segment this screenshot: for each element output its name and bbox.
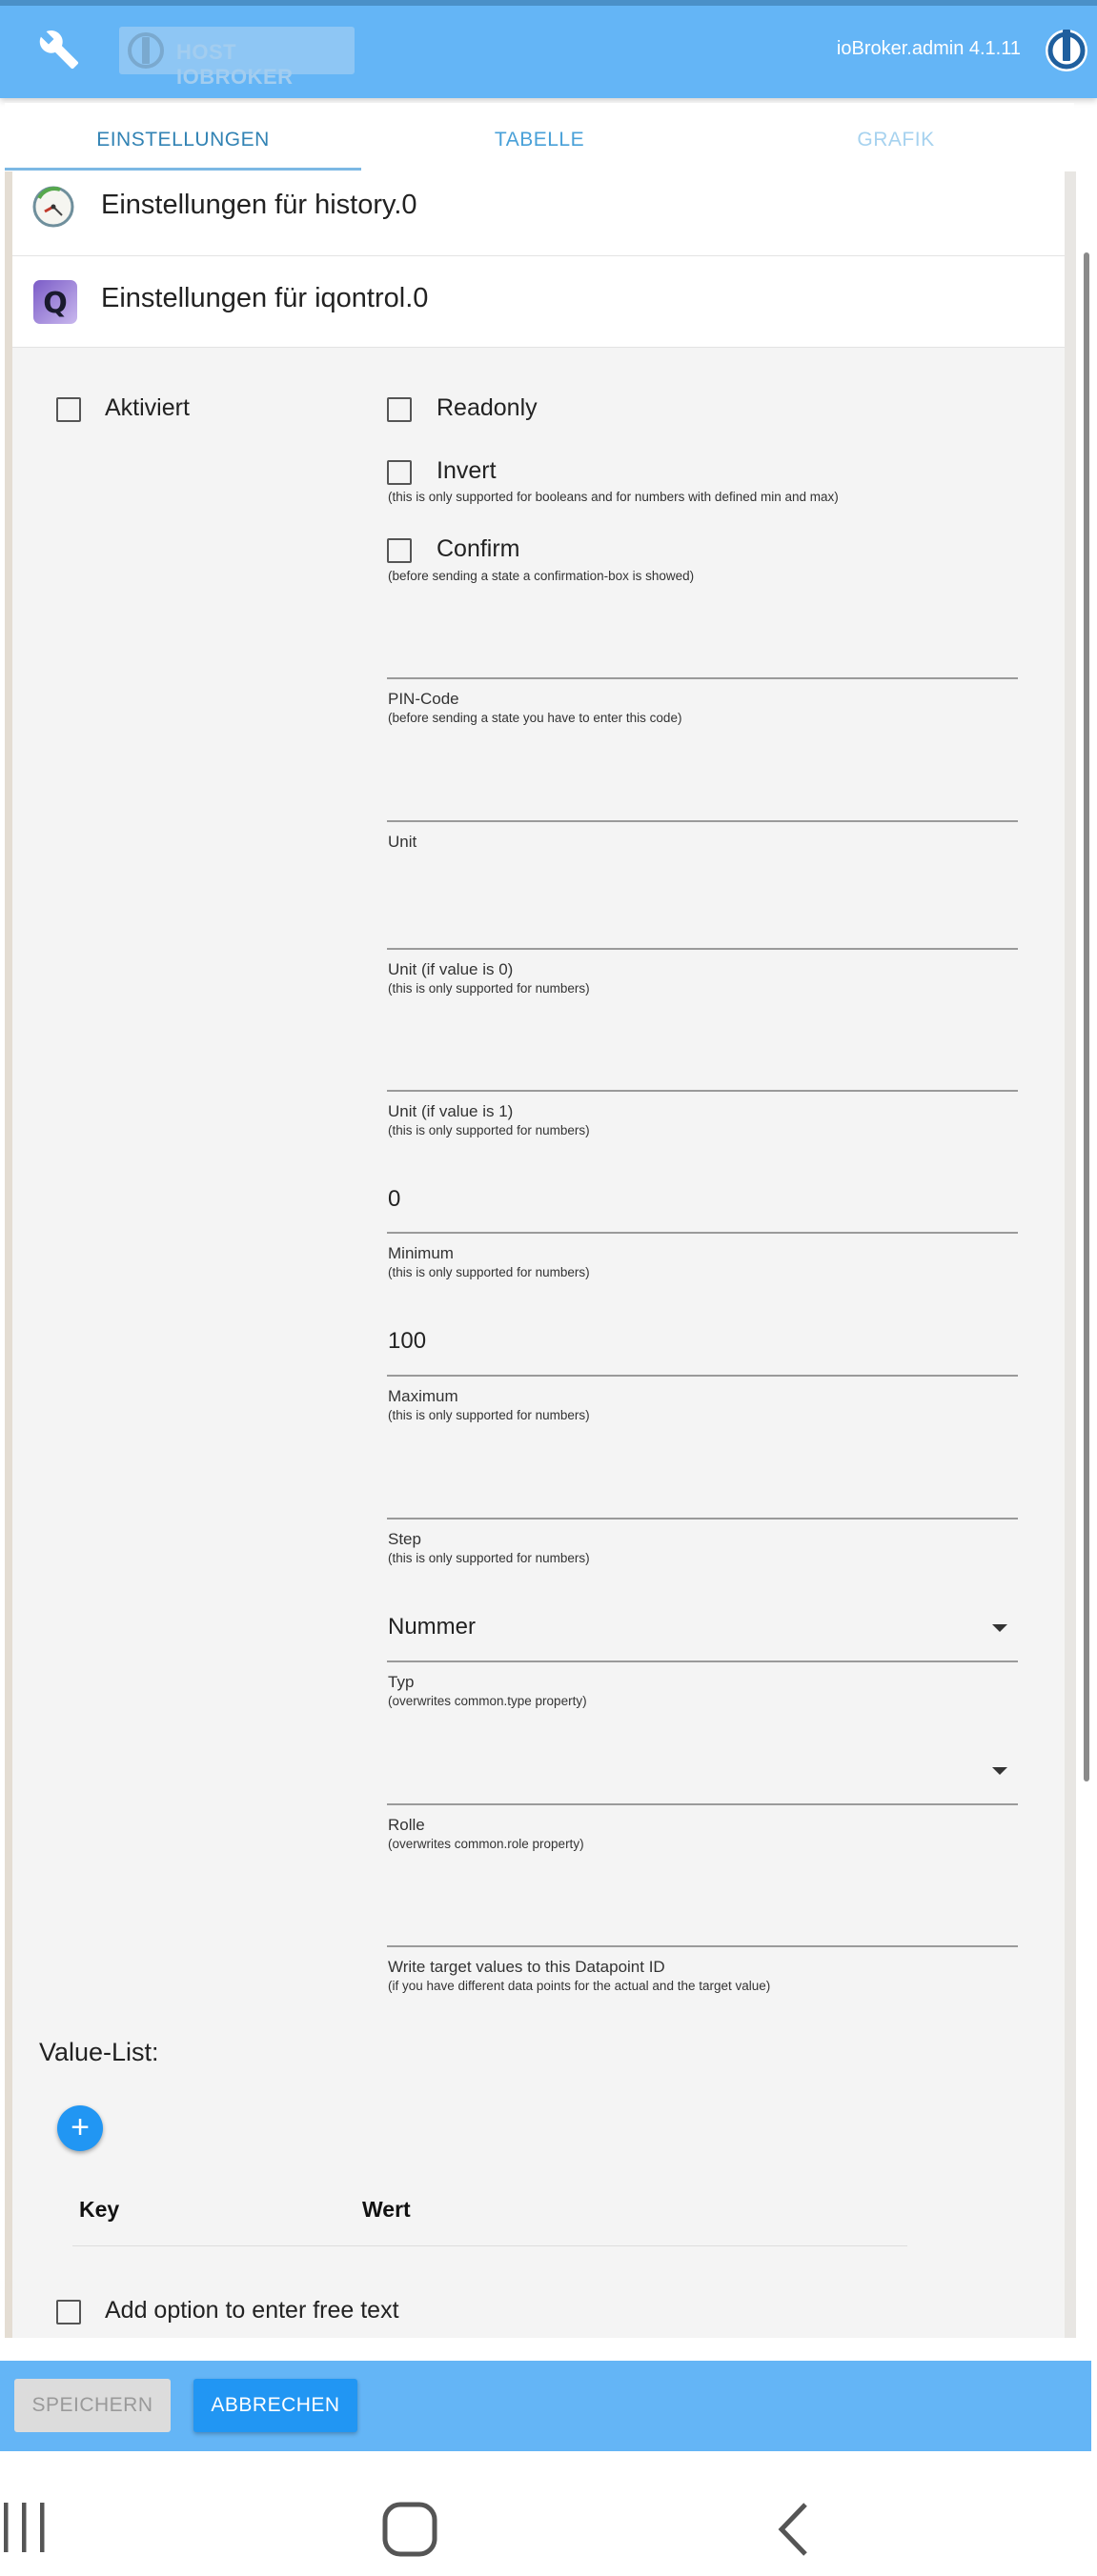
unit-zero-input[interactable]: [387, 948, 1018, 950]
scrollbar-thumb[interactable]: [1084, 252, 1089, 1781]
unit-one-help: (this is only supported for numbers): [388, 1123, 590, 1137]
adapter-row-iqontrol[interactable]: Q Einstellungen für iqontrol.0: [12, 257, 1065, 348]
wrench-icon[interactable]: [38, 29, 80, 70]
plus-icon: +: [71, 2109, 90, 2145]
unit-label: Unit: [388, 833, 417, 851]
unit-zero-help: (this is only supported for numbers): [388, 981, 590, 996]
step-input[interactable]: [387, 1518, 1018, 1519]
table-divider: [72, 2245, 907, 2246]
role-select[interactable]: [387, 1803, 1018, 1805]
target-datapoint-input[interactable]: [387, 1945, 1018, 1947]
unit-input[interactable]: [387, 820, 1018, 822]
invert-checkbox[interactable]: [387, 460, 412, 485]
back-icon[interactable]: [774, 2501, 812, 2558]
type-label: Typ: [388, 1673, 415, 1691]
invert-label: Invert: [437, 457, 497, 484]
confirm-checkbox[interactable]: [387, 538, 412, 563]
cancel-button[interactable]: ABBRECHEN: [193, 2379, 357, 2432]
pin-code-label: PIN-Code: [388, 690, 459, 708]
host-label: HOST IOBROKER: [176, 40, 294, 89]
adapter-settings-panel: [12, 347, 1065, 2338]
active-tab-indicator: [5, 168, 361, 171]
version-label: ioBroker.admin 4.1.11: [836, 38, 1021, 59]
add-value-button[interactable]: +: [57, 2105, 103, 2151]
adapter-label: Einstellungen für iqontrol.0: [101, 283, 429, 313]
iqontrol-q-icon: Q: [33, 280, 77, 324]
left-edge: [5, 171, 12, 2338]
adapter-row-history[interactable]: Einstellungen für history.0: [12, 171, 1065, 256]
right-edge: [1065, 171, 1076, 2338]
table-header-wert: Wert: [362, 2197, 411, 2222]
step-label: Step: [388, 1530, 421, 1548]
android-nav-bar: [0, 2451, 1097, 2576]
unit-one-label: Unit (if value is 1): [388, 1102, 514, 1120]
value-list-title: Value-List:: [39, 2038, 159, 2066]
maximum-input[interactable]: [387, 1375, 1018, 1377]
pin-code-input[interactable]: [387, 677, 1018, 679]
tab-bar: EINSTELLUNGEN TABELLE GRAFIK: [5, 103, 1074, 171]
role-help: (overwrites common.role property): [388, 1837, 584, 1851]
chevron-down-icon[interactable]: [992, 1624, 1007, 1632]
free-text-label: Add option to enter free text: [105, 2297, 399, 2324]
cancel-button-label: ABBRECHEN: [211, 2394, 340, 2416]
readonly-label: Readonly: [437, 394, 538, 421]
confirm-label: Confirm: [437, 535, 520, 562]
enabled-checkbox[interactable]: [56, 397, 81, 422]
free-text-checkbox[interactable]: [56, 2300, 81, 2324]
tab-grafik[interactable]: GRAFIK: [718, 103, 1074, 171]
minimum-input[interactable]: [387, 1232, 1018, 1234]
home-icon[interactable]: [381, 2501, 438, 2558]
unit-zero-label: Unit (if value is 0): [388, 960, 514, 978]
host-selector-button[interactable]: HOST IOBROKER: [119, 27, 355, 89]
adapter-label: Einstellungen für history.0: [101, 190, 417, 220]
save-button[interactable]: SPEICHERN: [14, 2379, 171, 2432]
role-label: Rolle: [388, 1816, 425, 1834]
save-button-label: SPEICHERN: [31, 2394, 153, 2416]
confirm-help: (before sending a state a confirmation-b…: [388, 569, 695, 583]
invert-help: (this is only supported for booleans and…: [388, 490, 839, 504]
target-datapoint-label: Write target values to this Datapoint ID: [388, 1958, 665, 1976]
minimum-value[interactable]: 0: [388, 1186, 400, 1213]
readonly-checkbox[interactable]: [387, 397, 412, 422]
enabled-label: Aktiviert: [105, 394, 190, 421]
type-select-value[interactable]: Nummer: [388, 1614, 476, 1640]
type-help: (overwrites common.type property): [388, 1694, 587, 1708]
table-header-key: Key: [79, 2197, 120, 2222]
maximum-label: Maximum: [388, 1387, 458, 1405]
step-help: (this is only supported for numbers): [388, 1551, 590, 1565]
history-clock-icon: [32, 186, 74, 228]
type-select[interactable]: [387, 1660, 1018, 1662]
svg-text:Q: Q: [43, 287, 68, 320]
minimum-help: (this is only supported for numbers): [388, 1265, 590, 1279]
iobroker-logo-icon: [1043, 24, 1090, 75]
recent-apps-icon[interactable]: [0, 2501, 57, 2554]
maximum-value[interactable]: 100: [388, 1328, 426, 1355]
target-datapoint-help: (if you have different data points for t…: [388, 1979, 771, 1993]
unit-one-input[interactable]: [387, 1090, 1018, 1092]
iobroker-host-icon: [128, 32, 164, 69]
pin-code-help: (before sending a state you have to ente…: [388, 711, 682, 725]
chevron-down-icon[interactable]: [992, 1767, 1007, 1775]
minimum-label: Minimum: [388, 1244, 454, 1262]
tab-einstellungen[interactable]: EINSTELLUNGEN: [5, 103, 361, 171]
maximum-help: (this is only supported for numbers): [388, 1408, 590, 1422]
tab-tabelle[interactable]: TABELLE: [361, 103, 718, 171]
